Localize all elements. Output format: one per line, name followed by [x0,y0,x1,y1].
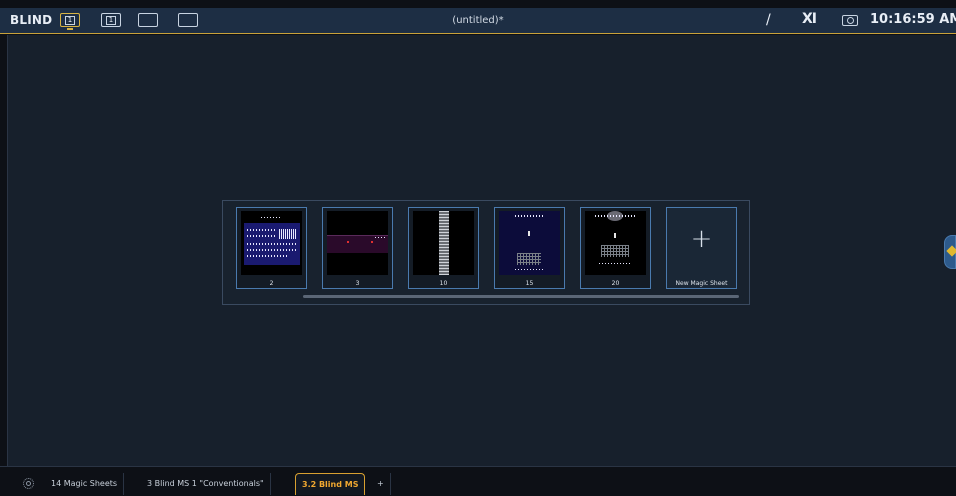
new-magic-sheet-label: New Magic Sheet [675,280,728,287]
magic-sheet-picker: 2 3 10 15 20 + New Magic Sheet [222,200,750,305]
camera-icon[interactable] [842,15,858,26]
magic-sheet-thumbnail [585,211,646,275]
new-magic-sheet-button[interactable]: + New Magic Sheet [666,207,737,289]
picker-scrollbar[interactable] [303,295,739,298]
magic-sheet-card-20[interactable]: 20 [580,207,651,289]
magic-sheet-label: 15 [525,280,534,287]
magic-sheet-thumbnail [327,211,388,275]
plus-icon: + [690,224,713,254]
clock: 10:16:59 AM [870,12,956,27]
tab-blind-ms-conventionals[interactable]: 3 Blind MS 1 "Conventionals" [141,473,271,495]
tool-icon[interactable]: XI [802,11,817,27]
magic-sheet-label: 2 [269,280,274,287]
magic-sheet-thumbnail [241,211,302,275]
magic-sheet-thumbnail [499,211,560,275]
gear-icon[interactable] [23,478,34,489]
magic-sheet-card-3[interactable]: 3 [322,207,393,289]
magic-sheet-thumbnail [413,211,474,275]
tab-magic-sheets[interactable]: 14 Magic Sheets [45,473,125,495]
magic-sheet-label: 3 [355,280,360,287]
top-bar: BLIND 1 1 (untitled)* / XI 10:16:59 AM [0,8,956,34]
magic-sheet-label: 10 [439,280,448,287]
magic-sheet-card-10[interactable]: 10 [408,207,479,289]
main-workspace: 2 3 10 15 20 + New Magic Sheet [7,35,956,466]
side-panel-handle[interactable] [944,235,956,269]
tab-bar: 14 Magic Sheets 3 Blind MS 1 "Convention… [0,466,956,496]
add-tab-button[interactable]: + [371,473,391,495]
magic-sheet-card-15[interactable]: 15 [494,207,565,289]
magic-wand-icon[interactable]: / [766,12,771,28]
magic-sheet-card-2[interactable]: 2 [236,207,307,289]
tab-blind-ms[interactable]: 3.2 Blind MS [295,473,366,495]
magic-sheet-label: 20 [611,280,620,287]
